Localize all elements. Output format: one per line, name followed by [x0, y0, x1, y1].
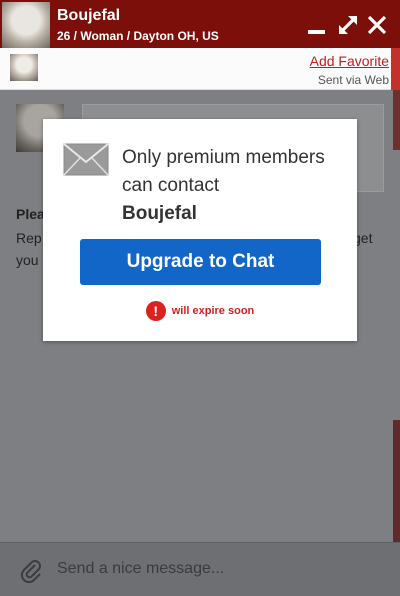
upgrade-to-chat-button[interactable]: Upgrade to Chat [80, 239, 321, 285]
expire-notice: ! will expire soon [43, 301, 357, 321]
warning-icon: ! [145, 301, 166, 321]
envelope-icon [63, 143, 109, 176]
premium-message: Only premium members can contact Boujefa… [122, 144, 347, 228]
avatar-small[interactable] [10, 54, 38, 81]
message-text: you [16, 252, 39, 268]
expire-text: will expire soon [171, 305, 255, 317]
premium-message-text: Only premium members can contact [122, 147, 325, 196]
message-input[interactable] [57, 553, 387, 585]
profile-subheader: Add Favorite Sent via Web [0, 48, 400, 90]
message-compose-bar [0, 542, 400, 596]
expand-icon[interactable] [337, 12, 359, 36]
avatar[interactable] [2, 2, 50, 48]
message-text: Plea [16, 206, 45, 222]
window-edge [393, 420, 400, 542]
contact-name: Boujefal [122, 203, 197, 224]
chat-header: Boujefal 26 / Woman / Dayton OH, US [0, 0, 400, 48]
add-favorite-link[interactable]: Add Favorite [310, 53, 389, 69]
minimize-icon[interactable] [305, 12, 327, 36]
paperclip-icon[interactable] [18, 557, 44, 584]
sent-via-label: Sent via Web [317, 73, 389, 87]
window-edge [393, 90, 400, 150]
premium-modal: Only premium members can contact Boujefa… [43, 119, 357, 341]
close-icon[interactable] [366, 12, 388, 36]
message-text: Rep [16, 230, 42, 246]
profile-details: 26 / Woman / Dayton OH, US [57, 29, 219, 43]
profile-name[interactable]: Boujefal [57, 7, 120, 25]
window-edge [391, 48, 400, 90]
